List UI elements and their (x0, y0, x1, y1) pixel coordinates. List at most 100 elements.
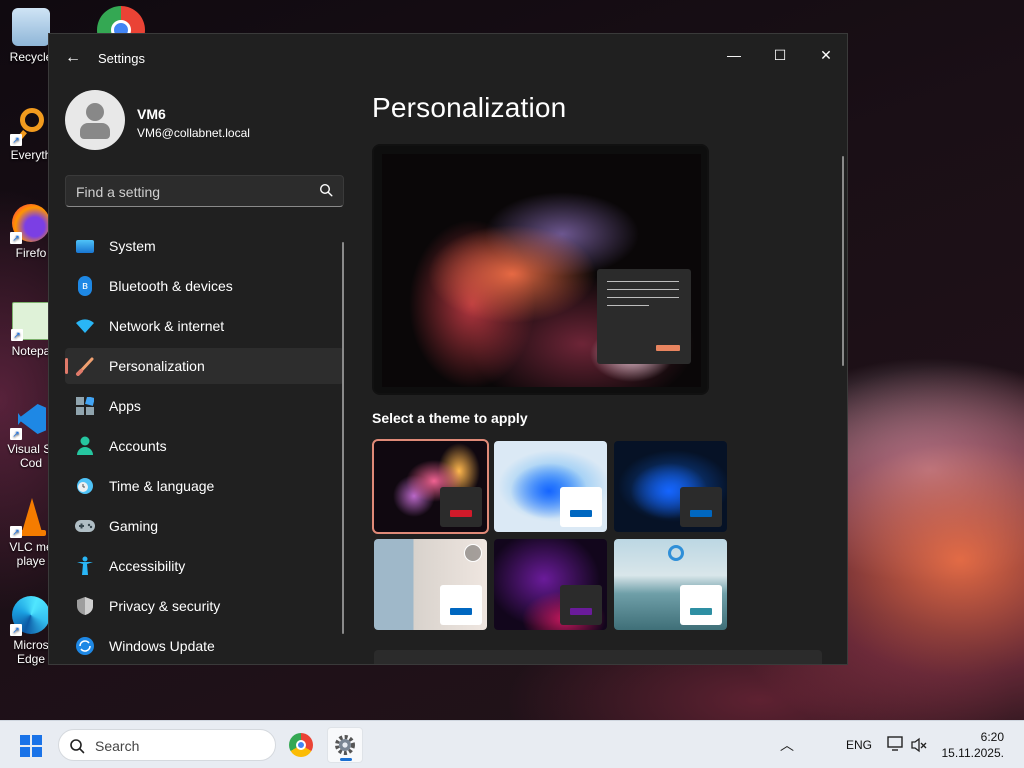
desktop-icon-label: Firefo (15, 246, 47, 260)
accounts-icon (75, 436, 95, 456)
taskbar-settings[interactable] (327, 727, 363, 763)
sidebar-item-personalization[interactable]: Personalization (65, 348, 344, 384)
accessibility-icon (75, 556, 95, 576)
theme-mini-window (440, 585, 482, 625)
sidebar-item-accounts[interactable]: Accounts (65, 428, 344, 464)
search-icon[interactable] (319, 183, 333, 197)
avatar-body (80, 123, 110, 139)
page-title: Personalization (372, 92, 567, 123)
sidebar-nav: System ʙ Bluetooth & devices Network & i… (65, 228, 344, 664)
network-icon (887, 736, 903, 751)
sidebar-item-label: Privacy & security (109, 598, 221, 614)
next-settings-card[interactable] (374, 650, 822, 664)
theme-accent-bar (690, 608, 712, 615)
profile-name: VM6 (137, 106, 166, 122)
vscode-icon: ↗ (10, 400, 50, 440)
avatar-head (86, 103, 104, 121)
taskbar: Search ︿ ENG 6:20 15.11.2025. (0, 720, 1024, 768)
theme-mini-window (680, 487, 722, 527)
wifi-icon (75, 316, 95, 336)
sidebar-item-accessibility[interactable]: Accessibility (65, 548, 344, 584)
desktop-icon-label: VLC me playe (9, 540, 53, 568)
desktop-icon-label: Recycle (9, 50, 53, 64)
desktop-icon-label: Everyth (10, 148, 52, 162)
taskbar-search[interactable]: Search (58, 729, 276, 761)
theme-tile-windows-light[interactable] (494, 441, 607, 532)
vlc-icon: ↗ (10, 498, 50, 538)
avatar[interactable] (65, 90, 125, 150)
theme-mini-window (440, 487, 482, 527)
minimize-button[interactable]: — (711, 40, 757, 70)
theme-tile-captured-motion[interactable] (494, 539, 607, 630)
everything-search-icon: ↗ (10, 106, 50, 146)
sidebar-item-privacy-security[interactable]: Privacy & security (65, 588, 344, 624)
sidebar-item-label: Accounts (109, 438, 167, 454)
sidebar-item-bluetooth[interactable]: ʙ Bluetooth & devices (65, 268, 344, 304)
sidebar-item-label: Gaming (109, 518, 159, 534)
sidebar-item-windows-update[interactable]: Windows Update (65, 628, 344, 664)
close-icon: ✕ (820, 47, 832, 63)
preview-line (607, 305, 649, 306)
theme-tile-windows-spotlight[interactable] (374, 539, 487, 630)
theme-accent-bar (450, 510, 472, 517)
sidebar-item-time-language[interactable]: Time & language (65, 468, 344, 504)
spotlight-icon (464, 544, 482, 562)
start-button[interactable] (18, 733, 44, 759)
paintbrush-icon (75, 356, 95, 376)
maximize-button[interactable]: ☐ (757, 40, 803, 70)
content-scrollbar[interactable] (842, 156, 844, 366)
back-arrow-icon: ← (65, 49, 81, 66)
settings-window: ← Settings — ☐ ✕ VM6 VM6@collabnet.local… (48, 33, 848, 665)
apps-icon (75, 396, 95, 416)
show-hidden-icons-button[interactable]: ︿ (780, 735, 794, 755)
theme-tile-flow[interactable] (614, 539, 727, 630)
preview-mini-window (597, 269, 691, 364)
theme-accent-bar (450, 608, 472, 615)
title-bar[interactable]: ← Settings — ☐ ✕ (49, 34, 847, 82)
gamepad-icon (75, 516, 95, 536)
bluetooth-icon: ʙ (75, 276, 95, 296)
theme-tile-glow[interactable] (372, 439, 489, 534)
find-setting-box[interactable] (65, 175, 344, 207)
taskbar-chrome[interactable] (283, 727, 319, 763)
window-title: Settings (98, 51, 145, 66)
sidebar-item-label: System (109, 238, 156, 254)
preview-line (607, 297, 679, 298)
flow-sun-icon (668, 545, 684, 561)
sidebar-item-label: Apps (109, 398, 141, 414)
sidebar-item-label: Accessibility (109, 558, 186, 574)
windows-update-icon (75, 636, 95, 656)
back-button[interactable]: ← (61, 46, 85, 70)
minimize-icon: — (727, 47, 741, 63)
quick-settings-button[interactable] (886, 735, 932, 755)
find-setting-input[interactable] (76, 182, 306, 202)
gear-icon (335, 735, 355, 755)
desktop-icon-label: Micros Edge (13, 638, 49, 666)
preview-accent-button (656, 345, 680, 351)
search-icon (70, 739, 85, 754)
theme-accent-bar (690, 510, 712, 517)
system-display-icon (75, 236, 95, 256)
theme-accent-bar (570, 510, 592, 517)
preview-line (607, 289, 679, 290)
sidebar-item-label: Network & internet (109, 318, 225, 334)
sidebar-item-system[interactable]: System (65, 228, 344, 264)
sidebar-item-label: Windows Update (109, 638, 215, 654)
sidebar-item-gaming[interactable]: Gaming (65, 508, 344, 544)
sidebar-item-apps[interactable]: Apps (65, 388, 344, 424)
sidebar-item-network[interactable]: Network & internet (65, 308, 344, 344)
close-button[interactable]: ✕ (803, 40, 847, 70)
sidebar-scrollbar[interactable] (342, 242, 344, 634)
theme-preview (372, 144, 709, 395)
notepad-icon: ↗ (11, 302, 50, 341)
clock-time: 6:20 (980, 730, 1004, 744)
shield-icon (75, 596, 95, 616)
theme-tile-windows-dark[interactable] (614, 441, 727, 532)
clock[interactable]: 6:20 15.11.2025. (941, 729, 1004, 761)
profile-email: VM6@collabnet.local (137, 126, 250, 140)
preview-line (607, 281, 679, 282)
chrome-icon (289, 733, 313, 757)
desktop-icon-label: Notepa (11, 344, 51, 358)
theme-mini-window (560, 487, 602, 527)
input-language[interactable]: ENG (846, 738, 872, 752)
